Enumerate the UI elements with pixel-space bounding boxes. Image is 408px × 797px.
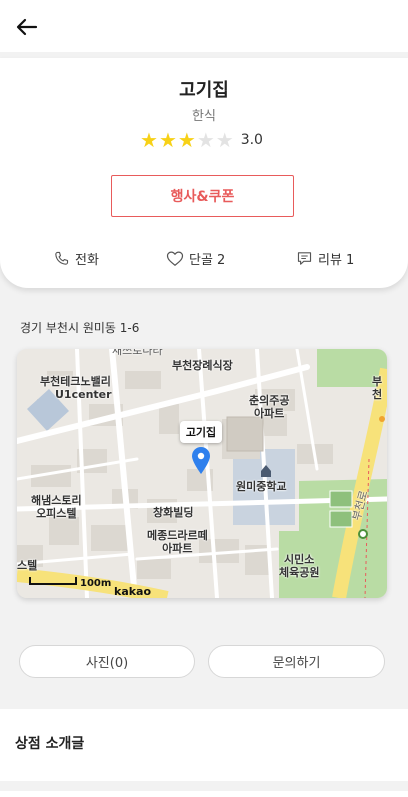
regular-label: 단골 2 [189,252,226,268]
map-label-technovalley: 부천테크노밸리 [40,375,111,388]
map-label-funeral-hall: 부천장례식장 [172,359,233,372]
map-scale-label: 100m [80,578,112,589]
star-icon: ★ [177,128,196,152]
map-label-top: 재쓰로나라 [112,349,163,357]
phone-icon [55,251,69,265]
bottom-panel [0,791,408,797]
event-coupon-button[interactable]: 행사&쿠폰 [111,175,294,217]
shop-category: 한식 [192,109,216,124]
top-bar [0,0,408,52]
map-label-simin-1: 시민소 [284,553,315,566]
map-label-wonmi-middle: 원미중학교 [236,480,287,493]
star-icon: ★ [140,128,158,152]
map-label-mejong-1: 메종드라르떼 [147,529,208,542]
call-label: 전화 [75,252,99,268]
rating: ★ ★ ★ ★ ★ 3.0 [140,129,263,151]
back-arrow-icon[interactable] [14,14,40,40]
shop-intro-title: 상점 소개글 [15,736,85,752]
map-label-simin-park: 시민소 체육공원 [279,553,319,579]
call-button[interactable]: 전화 [53,246,99,270]
map-provider-logo: kakao [114,585,152,598]
map-label-simin-2: 체육공원 [279,566,320,579]
heart-icon [166,251,184,266]
star-empty-icon: ★ [196,128,215,152]
map-label-edge-left: 스텔 [17,559,38,572]
map-label-chunui-2: 아파트 [254,407,285,420]
map-label-hanam-1: 해냄스토리 [31,494,82,507]
review-comment-icon [297,251,312,265]
map-label-changhwa: 창화빌딩 [153,506,194,519]
map-label-hanam-office: 해냄스토리 오피스텔 [31,494,82,520]
shop-name: 고기집 [179,80,229,101]
shop-info-card: 고기집 한식 ★ ★ ★ ★ ★ 3.0 행사&쿠폰 전화 단골 2 리뷰 1 [0,58,408,288]
map-label-edge-right: 부천 [371,375,383,401]
star-empty-icon: ★ [215,128,234,152]
map-label-mejong-2: 아파트 [162,542,193,555]
map-pin-label: 고기집 [180,421,222,443]
photos-button[interactable]: 사진(0) [19,645,195,678]
inquiry-button[interactable]: 문의하기 [208,645,385,678]
location-map[interactable]: 재쓰로나라 부천장례식장 부천테크노밸리 U1center 춘의주공 아파트 원… [17,349,387,598]
action-row: 전화 단골 2 리뷰 1 [0,246,408,270]
location-pin-icon[interactable] [190,445,212,475]
review-button[interactable]: 리뷰 1 [296,246,354,270]
review-label: 리뷰 1 [318,252,355,268]
star-icon: ★ [158,128,177,152]
regular-button[interactable]: 단골 2 [166,246,225,270]
map-label-chunui-apt: 춘의주공 아파트 [249,394,289,420]
map-scale-bar [29,577,77,585]
shop-intro-section: 상점 소개글 [0,709,408,781]
rating-value: 3.0 [240,132,263,148]
map-label-chunui-1: 춘의주공 [249,394,290,407]
map-label-u1center: U1center [55,388,112,401]
map-label-mejong-apt: 메종드라르떼 아파트 [147,529,208,555]
shop-address: 경기 부천시 원미동 1-6 [20,321,140,335]
map-label-hanam-2: 오피스텔 [36,507,77,520]
